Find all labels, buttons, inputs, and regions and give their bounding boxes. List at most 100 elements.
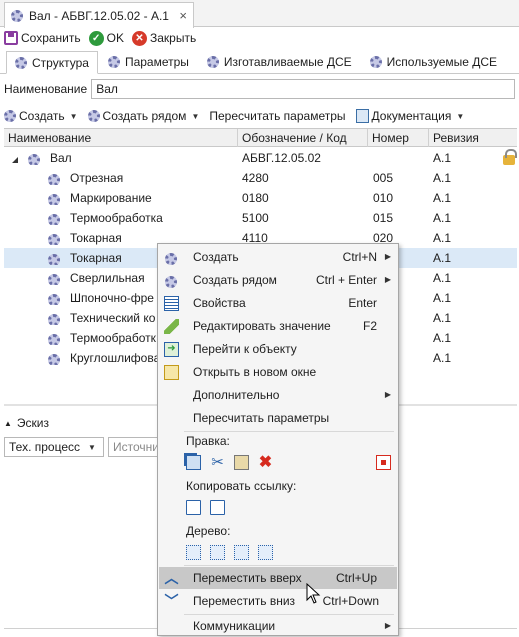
menu-item-label: Переместить вверх	[193, 571, 302, 585]
tab-structure[interactable]: Структура	[6, 51, 98, 74]
collapse-level-icon[interactable]	[258, 545, 273, 560]
collapse-all-icon[interactable]	[234, 545, 249, 560]
column-header-revision[interactable]: Ревизия	[429, 129, 517, 147]
copy-icon[interactable]	[186, 455, 201, 470]
table-row[interactable]: Отрезная 4280 005 А.1	[4, 168, 517, 188]
name-label: Наименование	[4, 82, 88, 96]
close-button-label: Закрыть	[149, 31, 197, 45]
docs-button[interactable]: Документация ▼	[355, 109, 465, 123]
menu-item-communications[interactable]: Коммуникации ▶	[159, 615, 397, 637]
save-button[interactable]: Сохранить	[4, 31, 81, 45]
create-near-button[interactable]: Создать рядом ▼	[87, 109, 200, 123]
menu-item-create-near[interactable]: Создать рядом Ctrl + Enter ▶	[159, 269, 397, 291]
submenu-arrow-icon: ▶	[384, 390, 391, 399]
gear-icon	[28, 152, 40, 165]
submenu-arrow-icon: ▶	[384, 275, 391, 284]
row-revision: А.1	[433, 151, 452, 165]
chevron-down-icon: ▼	[191, 111, 200, 121]
menu-item-properties[interactable]: Свойства Enter	[159, 292, 397, 314]
gear-icon	[48, 172, 60, 185]
row-name: Круглошлифова	[70, 351, 161, 365]
ok-button[interactable]: ✓ OK	[88, 30, 124, 46]
copy-link-group-label: Копировать ссылку:	[186, 479, 297, 493]
menu-item-label: Создать рядом	[193, 273, 277, 287]
context-menu: Создать Ctrl+N ▶ Создать рядом Ctrl + En…	[157, 243, 399, 636]
chevron-down-icon: ▼	[69, 111, 78, 121]
document-tab-title: Вал - АБВГ.12.05.02 - А.1	[29, 8, 169, 23]
menu-item-move-down[interactable]: ﹀ Переместить вниз Ctrl+Down	[159, 590, 397, 612]
name-input[interactable]: Вал	[91, 79, 515, 99]
menu-item-shortcut: Ctrl+Up	[335, 571, 377, 585]
paste-icon[interactable]	[234, 455, 249, 470]
create-near-label: Создать рядом	[102, 109, 187, 123]
copy-link-icon[interactable]	[186, 500, 201, 515]
menu-item-shortcut: F2	[362, 319, 377, 333]
document-tab[interactable]: Вал - АБВГ.12.05.02 - А.1 ×	[4, 2, 194, 28]
menu-item-shortcut: Ctrl+N	[342, 250, 377, 264]
gear-icon	[165, 250, 180, 265]
menu-item-label: Пересчитать параметры	[193, 411, 330, 425]
tree-expand-icon[interactable]: ◢	[12, 148, 18, 168]
menu-item-recalc[interactable]: Пересчитать параметры	[159, 407, 397, 429]
row-name: Термообработка	[70, 211, 163, 225]
process-combo-value: Тех. процесс	[9, 440, 80, 454]
close-button[interactable]: ✕ Закрыть	[131, 30, 197, 46]
table-row[interactable]: Термообработка 5100 015 А.1	[4, 208, 517, 228]
row-code: 5100	[242, 211, 269, 225]
row-revision: А.1	[433, 191, 452, 205]
row-code: АБВГ.12.05.02	[242, 151, 321, 165]
tab-label: Используемые ДСЕ	[386, 55, 498, 69]
gear-icon	[48, 252, 60, 265]
column-header-code[interactable]: Обозначение / Код	[238, 129, 368, 147]
column-header-number[interactable]: Номер	[368, 129, 429, 147]
recalc-button[interactable]: Пересчитать параметры	[209, 109, 345, 123]
gear-icon	[369, 56, 382, 68]
menu-item-label: Создать	[193, 250, 239, 264]
source-combo-value: Источни	[113, 440, 159, 454]
tab-used-parts[interactable]: Используемые ДСЕ	[362, 51, 505, 73]
row-name: Вал	[50, 151, 72, 165]
row-name: Токарная	[70, 251, 122, 265]
gear-icon	[48, 272, 60, 285]
column-header-name[interactable]: Наименование	[4, 129, 238, 147]
close-tab-icon[interactable]: ×	[179, 8, 187, 23]
table-row[interactable]: Маркирование 0180 010 А.1	[4, 188, 517, 208]
gear-icon	[48, 352, 60, 365]
copy-link-full-icon[interactable]	[210, 500, 225, 515]
menu-item-goto-object[interactable]: ➜ Перейти к объекту	[159, 338, 397, 360]
create-button[interactable]: Создать ▼	[4, 109, 78, 123]
collapse-icon[interactable]: ▲	[4, 419, 12, 428]
menu-item-edit-value[interactable]: Редактировать значение F2	[159, 315, 397, 337]
gear-icon	[11, 9, 23, 22]
gear-icon	[15, 56, 27, 69]
tab-parameters[interactable]: Параметры	[100, 51, 197, 73]
cut-icon[interactable]: ✂	[210, 455, 225, 470]
chevron-down-icon: ▼	[88, 442, 96, 452]
menu-item-additional[interactable]: Дополнительно ▶	[159, 384, 397, 406]
goto-icon: ➜	[164, 342, 179, 357]
gear-icon	[165, 273, 180, 288]
save-icon	[4, 31, 18, 45]
menu-item-shortcut: Ctrl+Down	[322, 594, 379, 608]
menu-item-create[interactable]: Создать Ctrl+N ▶	[159, 246, 397, 268]
menu-item-label: Редактировать значение	[193, 319, 331, 333]
chevron-down-icon: ▼	[456, 111, 465, 121]
row-revision: А.1	[433, 331, 452, 345]
row-revision: А.1	[433, 251, 452, 265]
process-combo[interactable]: Тех. процесс ▼	[4, 437, 104, 457]
row-name: Сверлильная	[70, 271, 145, 285]
recalc-label: Пересчитать параметры	[209, 109, 346, 123]
expand-all-icon[interactable]	[186, 545, 201, 560]
special-delete-icon[interactable]	[376, 455, 391, 470]
menu-item-shortcut: Ctrl + Enter	[315, 273, 377, 287]
arrow-up-icon: ︿	[164, 570, 179, 586]
gear-icon	[87, 110, 100, 122]
table-row-root[interactable]: ◢ Вал АБВГ.12.05.02 А.1	[4, 148, 517, 168]
menu-item-move-up[interactable]: ︿ Переместить вверх Ctrl+Up	[159, 567, 397, 589]
menu-item-open-new-window[interactable]: Открыть в новом окне	[159, 361, 397, 383]
sketch-panel-header[interactable]: ▲ Эскиз	[4, 414, 49, 432]
row-name: Токарная	[70, 231, 122, 245]
expand-level-icon[interactable]	[210, 545, 225, 560]
delete-icon[interactable]: ✖	[258, 455, 273, 471]
tab-manufactured-parts[interactable]: Изготавливаемые ДСЕ	[199, 51, 360, 73]
